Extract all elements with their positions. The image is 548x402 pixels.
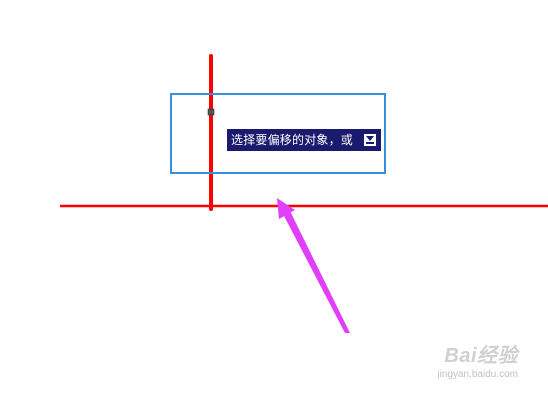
command-prompt-tooltip: 选择要偏移的对象，或 [227,129,381,151]
baidu-jingyan-watermark: Bai经验 jingyan.baidu.com [437,339,518,380]
line-grip[interactable] [207,108,215,116]
pointer-arrow-icon [277,198,350,333]
watermark-logo-text: Bai经验 [444,345,518,367]
watermark-url: jingyan.baidu.com [437,369,518,380]
watermark-logo: Bai经验 [437,339,518,368]
command-prompt-text: 选择要偏移的对象，或 [231,133,354,147]
dropdown-arrow-icon[interactable] [364,134,376,146]
